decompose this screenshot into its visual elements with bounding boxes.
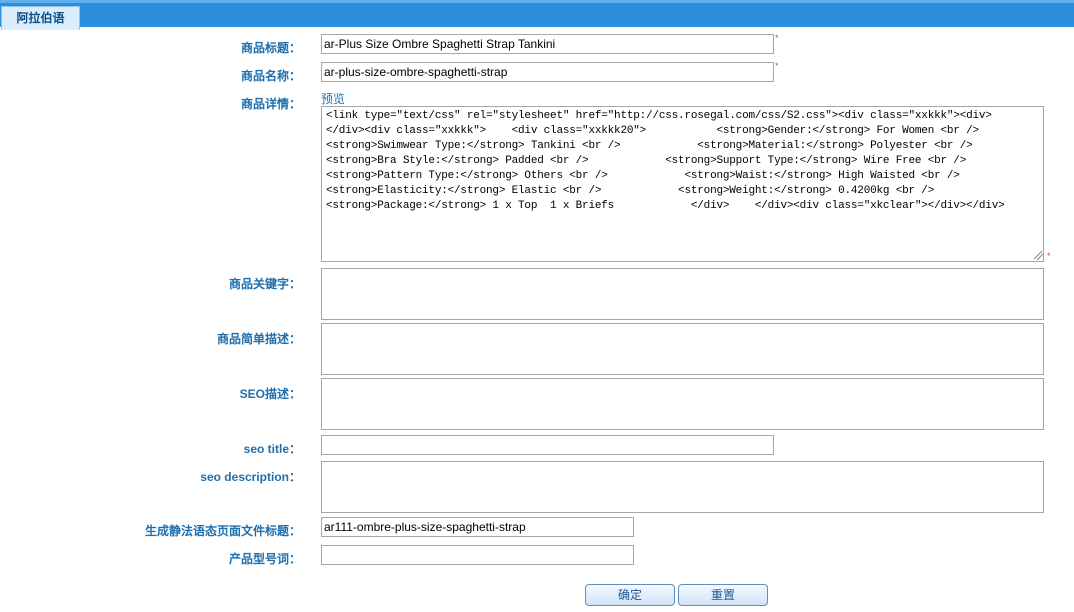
detail-label: 商品详情： [240, 97, 301, 111]
resize-handle-icon[interactable] [1034, 251, 1043, 260]
static-title-input[interactable] [321, 517, 634, 537]
title-label: 商品标题： [240, 41, 301, 55]
required-star: * [775, 33, 779, 43]
name-label: 商品名称： [240, 69, 301, 83]
model-word-input[interactable] [321, 545, 634, 565]
tab-arabic[interactable]: 阿拉伯语 [1, 6, 80, 30]
static-title-label: 生成静法语态页面文件标题： [144, 524, 301, 538]
seo-desc-textarea[interactable] [321, 378, 1044, 430]
seo-desc-label: SEO描述： [239, 387, 301, 401]
preview-link[interactable]: 预览 [321, 90, 345, 107]
seo-description-label: seo description： [200, 470, 301, 484]
model-word-label: 产品型号词： [228, 552, 301, 566]
detail-code-textarea[interactable]: <link type="text/css" rel="stylesheet" h… [321, 106, 1044, 262]
seo-title-label: seo title： [243, 442, 301, 456]
short-desc-label: 商品简单描述： [216, 332, 301, 346]
title-input[interactable] [321, 34, 774, 54]
keywords-label: 商品关键字： [228, 277, 301, 291]
reset-button[interactable]: 重置 [678, 584, 768, 606]
name-input[interactable] [321, 62, 774, 82]
required-star: * [775, 61, 779, 71]
confirm-button[interactable]: 确定 [585, 584, 675, 606]
seo-title-input[interactable] [321, 435, 774, 455]
seo-description-textarea[interactable] [321, 461, 1044, 513]
short-desc-textarea[interactable] [321, 323, 1044, 375]
required-star: * [1047, 251, 1051, 261]
keywords-textarea[interactable] [321, 268, 1044, 320]
tab-bar: 阿拉伯语 [0, 0, 1074, 30]
